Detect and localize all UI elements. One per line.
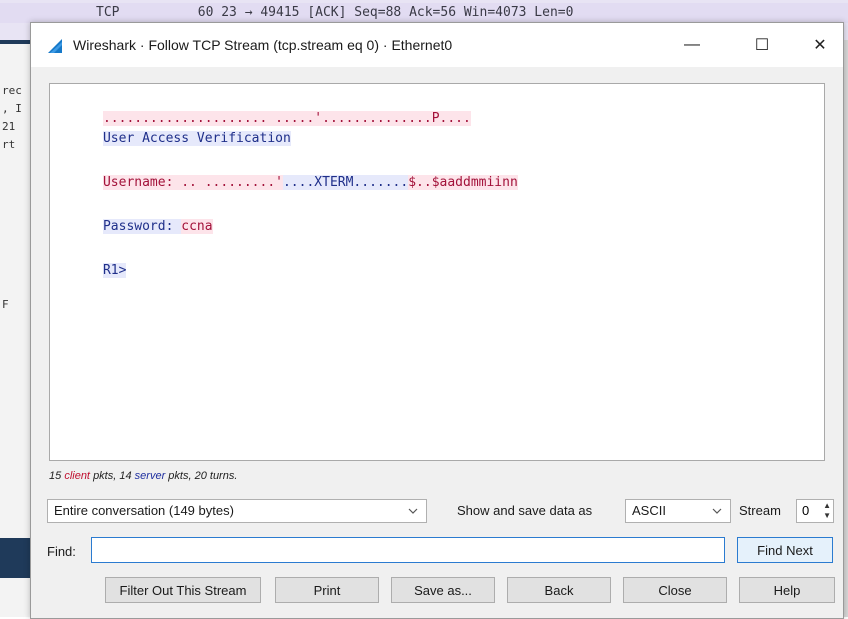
background-fragment: 21 [2, 120, 16, 133]
print-button[interactable]: Print [275, 577, 379, 603]
window-title: Wireshark · Follow TCP Stream (tcp.strea… [73, 37, 453, 53]
stream-label: Stream [739, 503, 781, 518]
background-fragment: rec [2, 84, 22, 97]
stream-number-value: 0 [802, 503, 810, 518]
turns-count: 20 turns. [194, 470, 238, 482]
data-format-select[interactable]: ASCII [625, 499, 731, 523]
find-label: Find: [47, 544, 76, 559]
title-bar[interactable]: Wireshark · Follow TCP Stream (tcp.strea… [31, 23, 843, 67]
background-left-pane: rec , I 21 rt F [0, 40, 31, 617]
save-as-button[interactable]: Save as... [391, 577, 495, 603]
find-next-button[interactable]: Find Next [737, 537, 833, 563]
conversation-select-value: Entire conversation (149 bytes) [54, 503, 234, 518]
show-data-label: Show and save data as [457, 503, 593, 518]
back-button[interactable]: Back [507, 577, 611, 603]
server-label: server [134, 470, 166, 482]
filter-out-stream-button[interactable]: Filter Out This Stream [105, 577, 261, 603]
chevron-down-icon [408, 500, 418, 530]
minimize-button[interactable]: — [669, 29, 715, 61]
find-input[interactable] [91, 537, 725, 563]
background-fragment: , I [2, 102, 22, 115]
client-text: ccna [181, 219, 213, 234]
client-label: client [64, 470, 90, 482]
background-fragment: F [2, 298, 9, 311]
stream-summary: 15 client pkts, 14 server pkts, 20 turns… [49, 470, 237, 482]
minimize-icon: — [684, 36, 700, 53]
maximize-button[interactable]: ☐ [739, 29, 785, 61]
client-text: ..............P.... [322, 111, 471, 126]
spin-arrows-icon[interactable]: ▲ ▼ [823, 501, 831, 521]
client-text: Username: .. .........' [102, 175, 283, 190]
background-divider [0, 40, 30, 44]
server-text: ....XTERM....... [282, 175, 409, 190]
server-text: R1> [102, 263, 127, 278]
stream-line: R1> [56, 244, 127, 278]
background-packet-row[interactable]: TCP 60 23 → 49415 [ACK] Seq=88 Ack=56 Wi… [0, 3, 848, 23]
client-text: $..$aaddmmiinn [408, 175, 518, 190]
stream-line: Username: .. .........'....XTERM.......$… [56, 156, 518, 190]
client-packet-unit: pkts, [93, 470, 117, 482]
maximize-icon: ☐ [754, 37, 770, 54]
stream-line: User Access Verification [56, 112, 291, 146]
follow-tcp-stream-dialog: Wireshark · Follow TCP Stream (tcp.strea… [30, 22, 844, 619]
client-packet-count: 15 [49, 470, 62, 482]
background-dark-band [0, 538, 30, 578]
chevron-down-icon [712, 500, 722, 530]
data-format-value: ASCII [632, 503, 666, 518]
conversation-select[interactable]: Entire conversation (149 bytes) [47, 499, 427, 523]
close-icon: ✕ [813, 37, 827, 54]
server-packet-count: 14 [119, 470, 132, 482]
server-text: Password: [102, 219, 182, 234]
close-button[interactable]: Close [623, 577, 727, 603]
stream-line: ..................... .....'............… [56, 92, 471, 126]
background-packet-text: TCP 60 23 → 49415 [ACK] Seq=88 Ack=56 Wi… [96, 5, 574, 20]
server-text: User Access Verification [102, 131, 291, 146]
wireshark-fin-icon [48, 39, 62, 53]
background-fragment: rt [2, 138, 16, 151]
stream-line: Password: ccna [56, 200, 213, 234]
stream-number-spinner[interactable]: 0 ▲ ▼ [796, 499, 834, 523]
server-packet-unit: pkts, [168, 470, 192, 482]
close-window-button[interactable]: ✕ [797, 29, 843, 61]
help-button[interactable]: Help [739, 577, 835, 603]
stream-content-area[interactable]: ..................... .....'............… [49, 83, 825, 461]
